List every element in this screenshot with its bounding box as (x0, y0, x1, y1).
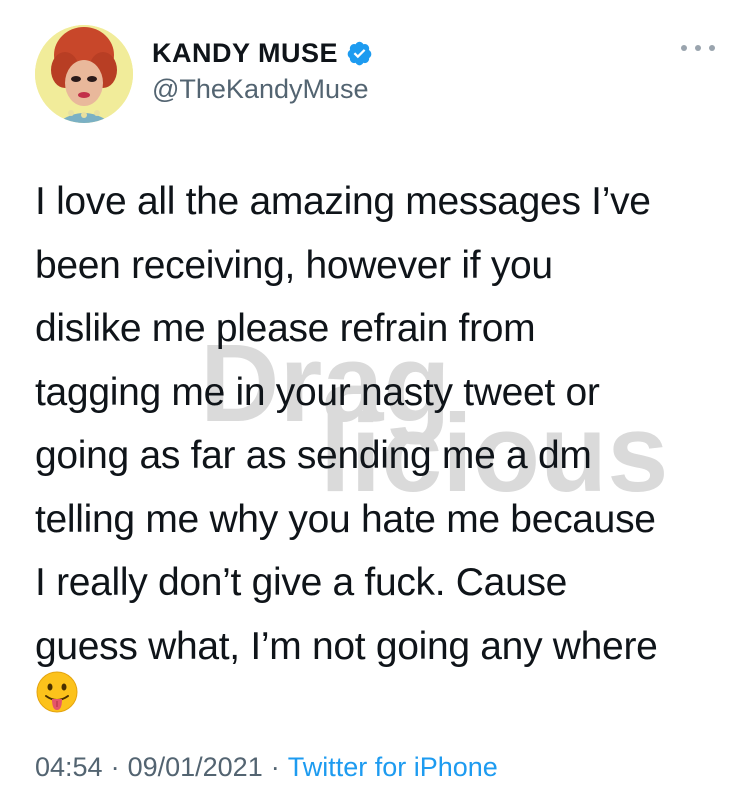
tweet-text-line: guess what, I’m not going any where (35, 624, 658, 668)
tweet-text-line: dislike me please refrain from (35, 307, 536, 350)
tweet-text-line: going as far as sending me a dm (35, 434, 592, 477)
meta-separator: · (270, 752, 280, 782)
display-name[interactable]: KANDY MUSE (152, 38, 338, 69)
meta-separator: · (110, 752, 120, 782)
tweet-date[interactable]: 09/01/2021 (128, 752, 263, 783)
avatar-image (35, 25, 133, 123)
tweet-text-line: been receiving, however if you (35, 243, 553, 287)
tweet-text: I love all the amazing messages I’ve bee… (35, 170, 725, 678)
tweet-source-link[interactable]: Twitter for iPhone (288, 752, 498, 783)
tweet-text-line: I really don’t give a fuck. Cause (35, 561, 568, 604)
more-dot-icon (681, 45, 687, 51)
more-dot-icon (695, 45, 701, 51)
tweet-text-line: tagging me in your nasty tweet or (35, 370, 600, 414)
tweet-meta: 04:54 · 09/01/2021 · Twitter for iPhone (35, 752, 498, 783)
more-dot-icon (709, 45, 715, 51)
avatar[interactable] (35, 25, 133, 123)
author-block[interactable]: KANDY MUSE @TheKandyMuse (152, 36, 373, 105)
tweet-text-line: telling me why you hate me because (35, 497, 656, 541)
tweet-card: KANDY MUSE @TheKandyMuse Drag licious I … (0, 0, 750, 802)
name-row: KANDY MUSE (152, 36, 373, 70)
verified-badge-icon (347, 41, 372, 65)
user-handle[interactable]: @TheKandyMuse (152, 74, 373, 105)
tweet-text-line: I love all the amazing messages I’ve (35, 180, 651, 223)
tweet-time[interactable]: 04:54 (35, 752, 103, 783)
more-options-button[interactable] (681, 38, 715, 58)
